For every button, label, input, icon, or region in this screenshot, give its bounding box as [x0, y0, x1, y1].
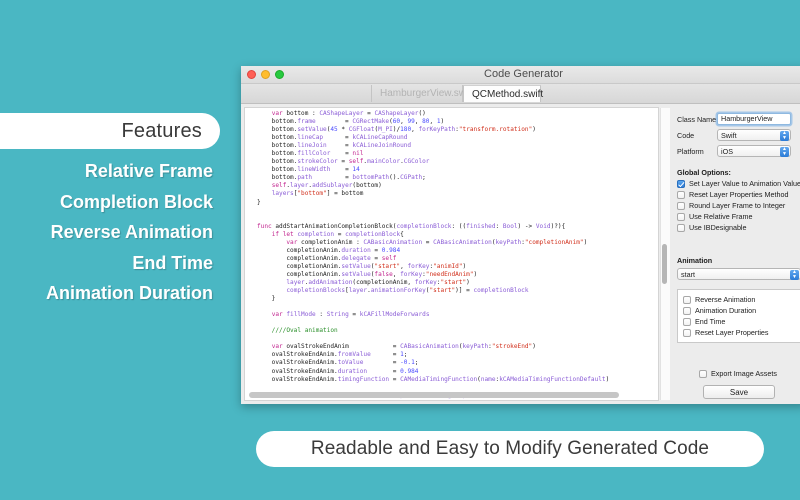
- feature-item-animation-duration: Animation Duration: [46, 283, 213, 303]
- class-name-row: Class Name HamburgerView: [677, 113, 791, 125]
- checkbox-set-layer-value[interactable]: Set Layer Value to Animation Value: [677, 178, 800, 189]
- inspector-panel: Class Name HamburgerView Code Swift ▲ ▼ P…: [671, 104, 800, 404]
- code-row: Code Swift ▲ ▼: [677, 129, 791, 141]
- platform-label: Platform: [677, 146, 704, 156]
- global-options-title: Global Options:: [677, 168, 731, 177]
- checkbox-label: Reset Layer Properties Method: [689, 190, 789, 199]
- feature-list: Relative Frame Completion Block Reverse …: [0, 156, 213, 309]
- checkbox-icon: [677, 190, 685, 199]
- tab-hamburgerview-swift[interactable]: HamburgerView.swift: [371, 85, 474, 102]
- horizontal-scrollbar[interactable]: [249, 392, 619, 398]
- feature-item-relative-frame: Relative Frame: [84, 161, 213, 181]
- checkbox-icon: [677, 223, 685, 232]
- chevron-updown-icon: ▲ ▼: [780, 147, 789, 157]
- checkbox-label: Reset Layer Properties: [695, 328, 769, 337]
- chevron-updown-icon: ▲ ▼: [780, 131, 789, 141]
- checkbox-label: Use Relative Frame: [689, 212, 753, 221]
- chevron-updown-icon: ▲ ▼: [790, 270, 799, 280]
- features-pill: Features: [0, 113, 220, 149]
- checkbox-reverse-animation[interactable]: Reverse Animation: [683, 294, 795, 305]
- save-button[interactable]: Save: [703, 385, 775, 399]
- code-text: var bottom : CAShapeLayer = CAShapeLayer…: [257, 110, 617, 399]
- platform-select[interactable]: iOS ▲ ▼: [717, 145, 791, 157]
- checkbox-icon: [677, 212, 685, 221]
- checkbox-icon: [699, 369, 707, 378]
- code-select-value: Swift: [721, 131, 737, 140]
- code-generator-window: Code Generator HamburgerView.swift QCMet…: [241, 66, 800, 404]
- checkbox-icon: [677, 201, 685, 210]
- features-pill-label: Features: [121, 119, 202, 142]
- code-select[interactable]: Swift ▲ ▼: [717, 129, 791, 141]
- animation-select-value: start: [681, 270, 695, 279]
- window-title: Code Generator: [484, 68, 563, 80]
- window-titlebar: Code Generator: [241, 66, 800, 84]
- checkbox-reset-layer-properties-method[interactable]: Reset Layer Properties Method: [677, 189, 800, 200]
- feature-item-completion-block: Completion Block: [59, 191, 213, 212]
- bottom-banner-pill: Readable and Easy to Modify Generated Co…: [256, 431, 764, 467]
- checkbox-reset-layer-properties[interactable]: Reset Layer Properties: [683, 327, 795, 338]
- checkbox-label: Set Layer Value to Animation Value: [689, 179, 800, 188]
- promo-screenshot: Features Relative Frame Completion Block…: [0, 0, 800, 500]
- feature-item-end-time: End Time: [132, 252, 213, 273]
- checkbox-round-layer-frame[interactable]: Round Layer Frame to Integer: [677, 200, 800, 211]
- class-name-input[interactable]: HamburgerView: [717, 113, 791, 125]
- checkbox-export-image-assets[interactable]: Export Image Assets: [699, 368, 777, 379]
- code-label: Code: [677, 130, 695, 140]
- checkbox-icon: [683, 328, 691, 337]
- bottom-banner-label: Readable and Easy to Modify Generated Co…: [310, 438, 710, 459]
- checkbox-icon: [683, 295, 691, 304]
- checkbox-label: Export Image Assets: [711, 369, 777, 378]
- global-options-list: Set Layer Value to Animation Value Reset…: [677, 178, 800, 233]
- tab-qcmethod-swift[interactable]: QCMethod.swift: [463, 85, 543, 102]
- animation-options-list: Reverse Animation Animation Duration End…: [677, 289, 800, 343]
- vertical-scrollbar-thumb[interactable]: [662, 244, 667, 284]
- class-name-label: Class Name: [677, 114, 717, 124]
- animation-select[interactable]: start ▲ ▼: [677, 268, 800, 280]
- checkbox-label: Round Layer Frame to Integer: [689, 201, 786, 210]
- feature-item-reverse-animation: Reverse Animation: [50, 222, 213, 242]
- code-editor-pane[interactable]: var bottom : CAShapeLayer = CAShapeLayer…: [244, 107, 659, 401]
- checkbox-icon: [677, 179, 685, 188]
- checkbox-icon: [683, 317, 691, 326]
- checkbox-label: Reverse Animation: [695, 295, 756, 304]
- window-body: var bottom : CAShapeLayer = CAShapeLayer…: [241, 104, 800, 404]
- checkbox-label: Animation Duration: [695, 306, 757, 315]
- tab-bar: HamburgerView.swift QCMethod.swift: [241, 84, 800, 104]
- animation-title: Animation: [677, 256, 713, 265]
- platform-row: Platform iOS ▲ ▼: [677, 145, 791, 157]
- checkbox-end-time[interactable]: End Time: [683, 316, 795, 327]
- checkbox-use-relative-frame[interactable]: Use Relative Frame: [677, 211, 800, 222]
- checkbox-icon: [683, 306, 691, 315]
- checkbox-use-ibdesignable[interactable]: Use IBDesignable: [677, 222, 800, 233]
- checkbox-label: Use IBDesignable: [689, 223, 747, 232]
- platform-select-value: iOS: [721, 147, 733, 156]
- checkbox-animation-duration[interactable]: Animation Duration: [683, 305, 795, 316]
- checkbox-label: End Time: [695, 317, 726, 326]
